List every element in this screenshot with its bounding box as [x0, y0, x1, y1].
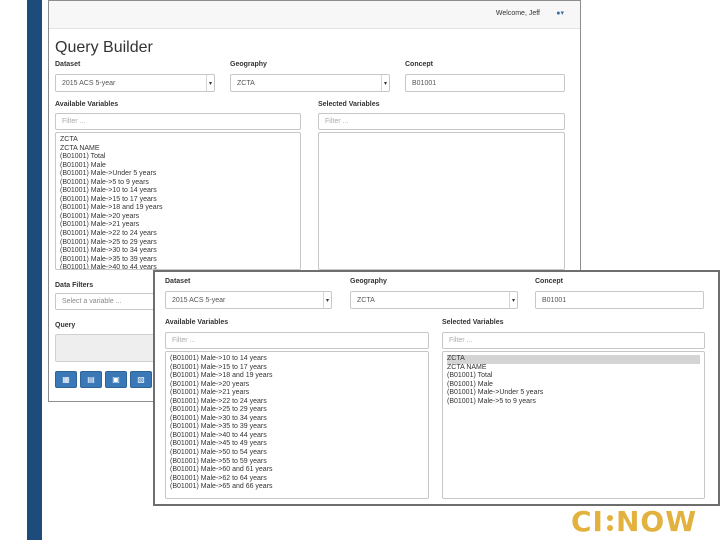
list-item[interactable]: (B01001) Male->35 to 39 years: [170, 423, 424, 432]
dataset-label: Dataset: [55, 61, 81, 68]
left-accent-bar: [27, 0, 42, 540]
table-button[interactable]: ▦: [55, 371, 77, 388]
selected-variables-items: ZCTA ZCTA NAME (B01001) Total (B01001) Male…: [447, 355, 700, 406]
list-item[interactable]: (B01001) Male->5 to 9 years: [60, 179, 296, 188]
dataset-select[interactable]: 2015 ACS 5-year ▾: [165, 291, 332, 309]
concept-value: B01001: [542, 296, 567, 304]
user-menu-icon[interactable]: ●▾: [556, 9, 564, 17]
list-item[interactable]: (B01001) Male->18 and 19 years: [170, 372, 424, 381]
chevron-down-icon: ▾: [323, 292, 331, 308]
list-item[interactable]: (B01001) Male->45 to 49 years: [170, 440, 424, 449]
list-item[interactable]: (B01001) Male->Under 5 years: [447, 389, 700, 398]
logo-text-right: NOW: [615, 505, 698, 538]
export-button[interactable]: ▧: [130, 371, 152, 388]
list-item[interactable]: ZCTA NAME: [60, 145, 296, 154]
list-item[interactable]: (B01001) Male->40 to 44 years: [170, 432, 424, 441]
export-icon: ▧: [137, 375, 145, 384]
available-variables-label: Available Variables: [55, 101, 119, 108]
page-title: Query Builder: [55, 39, 153, 56]
geography-label: Geography: [230, 61, 267, 68]
list-item[interactable]: (B01001) Male->22 to 24 years: [170, 398, 424, 407]
list-item[interactable]: (B01001) Male->30 to 34 years: [170, 415, 424, 424]
table-icon: ▦: [62, 375, 70, 384]
geography-select[interactable]: ZCTA ▾: [350, 291, 518, 309]
selected-variables-label: Selected Variables: [442, 319, 504, 326]
list-item[interactable]: (B01001) Male: [60, 162, 296, 171]
data-filter-placeholder: Select a variable ...: [62, 298, 122, 305]
dataset-value: 2015 ACS 5-year: [62, 79, 116, 87]
list-item[interactable]: (B01001) Male->50 to 54 years: [170, 449, 424, 458]
list-item[interactable]: (B01001) Male->Under 5 years: [60, 170, 296, 179]
list-item[interactable]: (B01001) Male->25 to 29 years: [60, 239, 296, 248]
selected-filter-input[interactable]: Filter ...: [442, 332, 705, 349]
available-variables-items: (B01001) Male->10 to 14 years (B01001) Ma…: [170, 355, 424, 492]
list-item[interactable]: (B01001) Male->21 years: [170, 389, 424, 398]
list-item[interactable]: (B01001) Male->15 to 17 years: [170, 364, 424, 373]
list-item[interactable]: (B01001) Total: [60, 153, 296, 162]
geography-select[interactable]: ZCTA ▾: [230, 74, 390, 92]
available-variables-list[interactable]: ZCTA ZCTA NAME (B01001) Total (B01001) Male…: [55, 132, 301, 270]
concept-input[interactable]: B01001: [405, 74, 565, 92]
data-filters-label: Data Filters: [55, 282, 94, 289]
list-item[interactable]: (B01001) Male->35 to 39 years: [60, 256, 296, 265]
list-item[interactable]: (B01001) Male->21 years: [60, 221, 296, 230]
list-item[interactable]: (B01001) Male->20 years: [60, 213, 296, 222]
list-item[interactable]: (B01001) Male->5 to 9 years: [447, 398, 700, 407]
list-item[interactable]: (B01001) Male->10 to 14 years: [170, 355, 424, 364]
logo-text-left: CI: [571, 505, 604, 538]
list-item[interactable]: (B01001) Male: [447, 381, 700, 390]
list-item[interactable]: (B01001) Total: [447, 372, 700, 381]
concept-value: B01001: [412, 79, 437, 87]
available-filter-input[interactable]: Filter ...: [55, 113, 301, 130]
dataset-value: 2015 ACS 5-year: [172, 296, 226, 304]
list-item[interactable]: (B01001) Male->55 to 59 years: [170, 458, 424, 467]
selected-variables-list[interactable]: [318, 132, 565, 270]
selected-variables-label: Selected Variables: [318, 101, 380, 108]
logo-dots-icon: [605, 513, 615, 533]
list-item[interactable]: (B01001) Male->25 to 29 years: [170, 406, 424, 415]
available-variables-label: Available Variables: [165, 319, 229, 326]
list-item[interactable]: ZCTA: [60, 136, 296, 145]
welcome-text: Welcome, Jeff: [495, 10, 540, 17]
list-item[interactable]: (B01001) Male->18 and 19 years: [60, 204, 296, 213]
available-variables-list[interactable]: (B01001) Male->10 to 14 years (B01001) Ma…: [165, 351, 429, 499]
cinow-logo: CI NOW: [571, 505, 711, 539]
document-button[interactable]: ▣: [105, 371, 127, 388]
geography-value: ZCTA: [357, 296, 375, 304]
dataset-label: Dataset: [165, 278, 191, 285]
concept-label: Concept: [405, 61, 433, 68]
spreadsheet-button[interactable]: ▤: [80, 371, 102, 388]
concept-input[interactable]: B01001: [535, 291, 704, 309]
list-item[interactable]: (B01001) Male->65 and 66 years: [170, 483, 424, 492]
list-item[interactable]: (B01001) Male->60 and 61 years: [170, 466, 424, 475]
spreadsheet-icon: ▤: [87, 375, 95, 384]
list-item[interactable]: (B01001) Male->20 years: [170, 381, 424, 390]
query-label: Query: [55, 322, 76, 329]
query-textarea[interactable]: [55, 334, 157, 362]
query-builder-window-front: Dataset 2015 ACS 5-year ▾ Geography ZCTA…: [153, 270, 720, 506]
concept-label: Concept: [535, 278, 563, 285]
list-item[interactable]: (B01001) Male->22 to 24 years: [60, 230, 296, 239]
chevron-down-icon: ▾: [381, 75, 389, 91]
document-icon: ▣: [112, 375, 120, 384]
selected-filter-input[interactable]: Filter ...: [318, 113, 565, 130]
available-filter-input[interactable]: Filter ...: [165, 332, 429, 349]
list-item[interactable]: (B01001) Male->10 to 14 years: [60, 187, 296, 196]
dataset-select[interactable]: 2015 ACS 5-year ▾: [55, 74, 215, 92]
chevron-down-icon: ▾: [206, 75, 214, 91]
list-item[interactable]: (B01001) Male->30 to 34 years: [60, 247, 296, 256]
selected-variables-list[interactable]: ZCTA ZCTA NAME (B01001) Total (B01001) Male…: [442, 351, 705, 499]
geography-label: Geography: [350, 278, 387, 285]
list-item[interactable]: (B01001) Male->15 to 17 years: [60, 196, 296, 205]
list-item[interactable]: ZCTA: [447, 355, 700, 364]
geography-value: ZCTA: [237, 79, 255, 87]
data-filter-select[interactable]: Select a variable ...: [55, 293, 157, 310]
top-nav-bar: Welcome, Jeff ●▾: [49, 1, 580, 29]
list-item[interactable]: ZCTA NAME: [447, 364, 700, 373]
available-variables-items: ZCTA ZCTA NAME (B01001) Total (B01001) Male…: [60, 136, 296, 269]
chevron-down-icon: ▾: [509, 292, 517, 308]
list-item[interactable]: (B01001) Male->62 to 64 years: [170, 475, 424, 484]
